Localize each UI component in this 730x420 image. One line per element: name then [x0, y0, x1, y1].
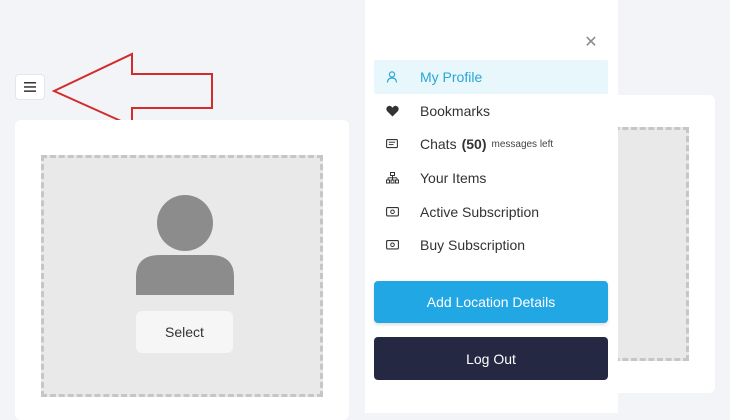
profile-photo-card: Select	[15, 120, 349, 420]
chat-count: (50)	[461, 136, 487, 153]
menu-item-my-profile[interactable]: My Profile	[374, 60, 608, 94]
logout-button[interactable]: Log Out	[374, 337, 608, 380]
menu-item-label: Bookmarks	[420, 102, 491, 119]
sitemap-icon	[384, 171, 400, 185]
annotation-arrow-icon	[51, 52, 213, 128]
photo-dropzone[interactable]: Select	[41, 155, 323, 397]
hamburger-icon	[24, 82, 36, 92]
menu-item-label: Buy Subscription	[420, 237, 526, 254]
menu-item-label: Your Items	[420, 169, 487, 186]
heart-icon	[384, 104, 400, 118]
select-photo-button[interactable]: Select	[136, 311, 233, 353]
chat-count-suffix: messages left	[491, 138, 554, 150]
menu-list: My Profile Bookmarks Chats (50) messages…	[374, 60, 608, 262]
secondary-card	[605, 95, 715, 393]
money-icon	[384, 205, 400, 219]
user-icon	[384, 70, 400, 84]
money-icon	[384, 238, 400, 252]
menu-item-your-items[interactable]: Your Items	[374, 161, 608, 195]
close-icon[interactable]: ✕	[583, 34, 599, 50]
add-location-details-button[interactable]: Add Location Details	[374, 281, 608, 323]
user-menu-panel: ✕ My Profile Bookmarks Chats (50) messag…	[365, 0, 618, 413]
chat-icon	[384, 137, 400, 151]
menu-item-bookmarks[interactable]: Bookmarks	[374, 94, 608, 128]
user-silhouette-icon	[136, 195, 234, 295]
menu-item-active-subscription[interactable]: Active Subscription	[374, 195, 608, 229]
menu-item-label: My Profile	[420, 68, 483, 85]
menu-item-buy-subscription[interactable]: Buy Subscription	[374, 228, 608, 262]
menu-toggle-button[interactable]	[15, 74, 45, 100]
menu-item-label: Active Subscription	[420, 203, 540, 220]
menu-item-chats[interactable]: Chats (50) messages left	[374, 127, 608, 161]
menu-item-label: Chats	[420, 136, 457, 153]
